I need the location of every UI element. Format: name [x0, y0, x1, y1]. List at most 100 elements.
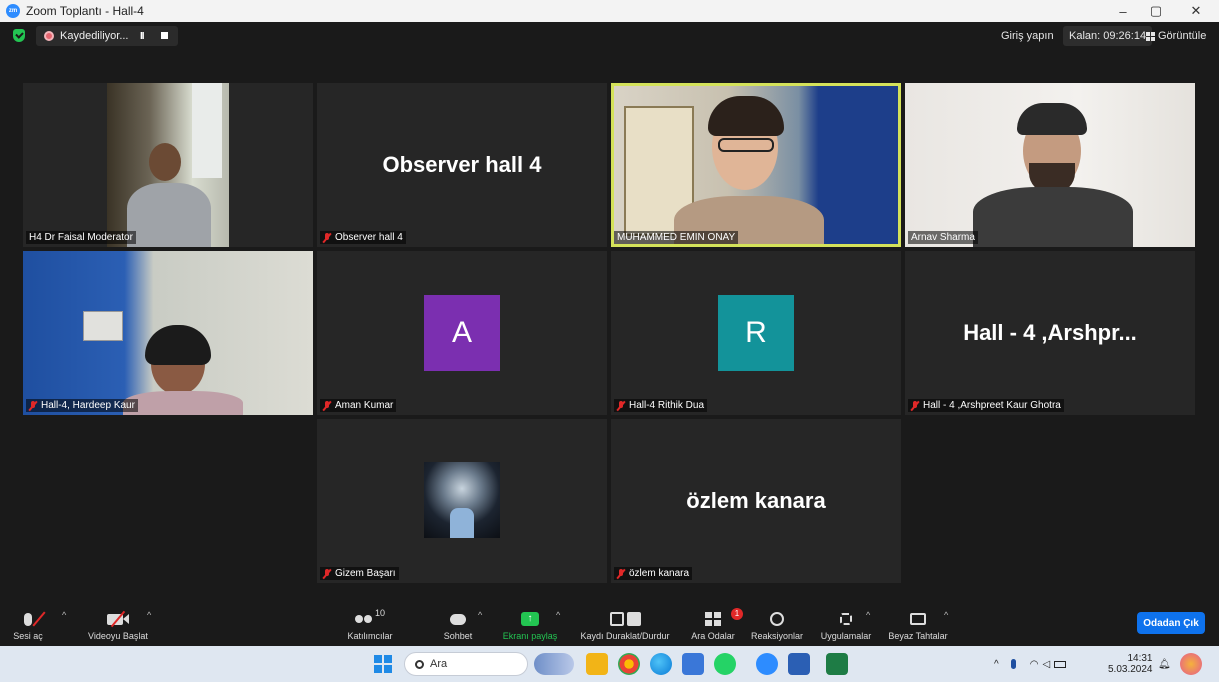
participant-name: H4 Dr Faisal Moderator: [26, 231, 136, 244]
video-tile-arshpreet[interactable]: Hall - 4 ,Arshpr... Hall - 4 ,Arshpreet …: [905, 251, 1195, 415]
recording-dot-icon: [44, 31, 54, 41]
video-tile-hardeep[interactable]: Hall-4, Hardeep Kaur: [23, 251, 313, 415]
participant-name: Hall - 4 ,Arshpreet Kaur Ghotra: [908, 399, 1064, 412]
share-options-caret[interactable]: ^: [556, 610, 560, 620]
participant-name-label: H4 Dr Faisal Moderator: [29, 232, 133, 243]
participants-icon: 10: [354, 608, 385, 630]
recording-indicator: Kaydediliyor... II: [36, 26, 178, 46]
air-conditioner: [83, 311, 123, 341]
video-tile-gizem[interactable]: Gizem Başarı: [317, 419, 607, 583]
pause-recording-icon[interactable]: II: [140, 31, 144, 42]
video-options-caret[interactable]: ^: [147, 610, 151, 620]
audio-options-caret[interactable]: ^: [62, 610, 66, 620]
pause-stop-icon: [609, 608, 641, 630]
breakout-rooms-icon: 1: [705, 608, 743, 630]
taskbar-search[interactable]: Ara: [404, 652, 528, 676]
video-tile-aman[interactable]: A Aman Kumar: [317, 251, 607, 415]
person-body: [127, 183, 211, 247]
unmute-button[interactable]: Sesi aç: [8, 604, 48, 646]
word-icon[interactable]: [788, 653, 810, 675]
search-icon: [415, 659, 424, 669]
muted-mic-icon: [29, 400, 37, 411]
window-title: Zoom Toplantı - Hall-4: [26, 4, 144, 18]
breakout-rooms-button[interactable]: 1 Ara Odalar: [688, 604, 743, 646]
record-controls-label: Kaydı Duraklat/Durdur: [580, 631, 670, 641]
video-tile-arnav[interactable]: Arnav Sharma: [905, 83, 1195, 247]
participant-name: Hall-4, Hardeep Kaur: [26, 399, 138, 412]
clock[interactable]: 14:31 5.03.2024: [1108, 646, 1153, 682]
reactions-label: Reaksiyonlar: [750, 631, 804, 641]
clock-date: 5.03.2024: [1108, 664, 1153, 675]
participant-display-name: Hall - 4 ,Arshpr...: [963, 320, 1137, 345]
unmute-label: Sesi aç: [13, 631, 43, 641]
copilot-icon[interactable]: [1180, 653, 1202, 675]
zoom-taskbar-icon[interactable]: [756, 653, 778, 675]
notepad-icon[interactable]: [682, 653, 704, 675]
stop-recording-icon[interactable]: [161, 32, 168, 39]
muted-mic-icon: [323, 232, 331, 243]
muted-mic-icon: [617, 400, 625, 411]
chat-button[interactable]: Sohbet: [438, 604, 478, 646]
zoom-logo-icon: zm: [6, 4, 20, 18]
video-off-icon: [107, 608, 129, 630]
muted-mic-icon: [323, 400, 331, 411]
chrome-icon[interactable]: [618, 653, 640, 675]
grid-view-icon: [1146, 31, 1155, 41]
view-label: Görüntüle: [1158, 30, 1207, 42]
whiteboards-label: Beyaz Tahtalar: [888, 631, 948, 641]
participant-video: [614, 86, 898, 244]
video-tile-muhammed[interactable]: MUHAMMED EMIN ONAY: [611, 83, 901, 247]
excel-icon[interactable]: [826, 653, 848, 675]
participant-name-label: özlem kanara: [629, 568, 690, 579]
record-controls-button[interactable]: Kaydı Duraklat/Durdur: [573, 604, 677, 646]
volume-icon[interactable]: ◁: [1042, 659, 1050, 670]
meeting-toolbar: Sesi aç ^ Videoyu Başlat ^ 10 Katılımcıl…: [0, 604, 1219, 646]
glasses: [718, 138, 774, 152]
participants-button[interactable]: 10 Katılımcılar: [340, 604, 400, 646]
tray-overflow-icon[interactable]: ^: [994, 659, 999, 670]
notifications-bell-icon[interactable]: 🔔︎: [1158, 646, 1171, 682]
avatar: R: [718, 295, 794, 371]
video-tile-ozlem[interactable]: özlem kanara özlem kanara: [611, 419, 901, 583]
whiteboards-options-caret[interactable]: ^: [944, 610, 948, 620]
apps-options-caret[interactable]: ^: [866, 610, 870, 620]
video-tile-rithik[interactable]: R Hall-4 Rithik Dua: [611, 251, 901, 415]
muted-mic-icon: [323, 568, 331, 579]
video-tile-observer[interactable]: Observer hall 4 Observer hall 4: [317, 83, 607, 247]
person-body: [123, 391, 243, 415]
widgets-icon[interactable]: [534, 653, 574, 675]
whiteboard-icon: [910, 608, 926, 630]
sign-in-link[interactable]: Giriş yapın: [1001, 26, 1054, 46]
restore-button[interactable]: ▢: [1136, 0, 1176, 22]
encryption-shield-icon[interactable]: [13, 29, 25, 42]
participant-name: Gizem Başarı: [320, 567, 399, 580]
wifi-icon[interactable]: ◠: [1030, 659, 1039, 670]
whiteboards-button[interactable]: Beyaz Tahtalar: [884, 604, 952, 646]
file-explorer-icon[interactable]: [586, 653, 608, 675]
battery-icon[interactable]: [1054, 660, 1067, 668]
windows-taskbar: Ara ^ ◠ ◁ 14:31 5.03.2024 🔔︎: [0, 646, 1219, 682]
leave-room-button[interactable]: Odadan Çık: [1137, 612, 1205, 634]
start-video-label: Videoyu Başlat: [88, 631, 148, 641]
start-video-button[interactable]: Videoyu Başlat: [82, 604, 154, 646]
edge-icon[interactable]: [650, 653, 672, 675]
participant-name: Aman Kumar: [320, 399, 397, 412]
participant-name-label: Hall - 4 ,Arshpreet Kaur Ghotra: [923, 400, 1061, 411]
clock-time: 14:31: [1127, 653, 1153, 664]
profile-picture: [424, 462, 500, 538]
microphone-tray-icon[interactable]: [1010, 659, 1016, 669]
participant-name: özlem kanara: [614, 567, 693, 580]
share-screen-button[interactable]: ↑ Ekranı paylaş: [500, 604, 560, 646]
participant-name-label: Aman Kumar: [335, 400, 394, 411]
whatsapp-icon[interactable]: [714, 653, 736, 675]
reactions-button[interactable]: Reaksiyonlar: [748, 604, 806, 646]
participants-label: Katılımcılar: [347, 631, 393, 641]
view-button[interactable]: Görüntüle: [1146, 26, 1206, 46]
muted-mic-icon: [24, 608, 46, 630]
windows-start-icon[interactable]: [372, 653, 394, 675]
video-tile-faisal[interactable]: H4 Dr Faisal Moderator: [23, 83, 313, 247]
zoom-window: zm Zoom Toplantı - Hall-4 – ▢ ✕ Kaydedil…: [0, 0, 1219, 682]
chat-options-caret[interactable]: ^: [478, 610, 482, 620]
close-button[interactable]: ✕: [1176, 0, 1216, 22]
window-light: [192, 83, 222, 178]
